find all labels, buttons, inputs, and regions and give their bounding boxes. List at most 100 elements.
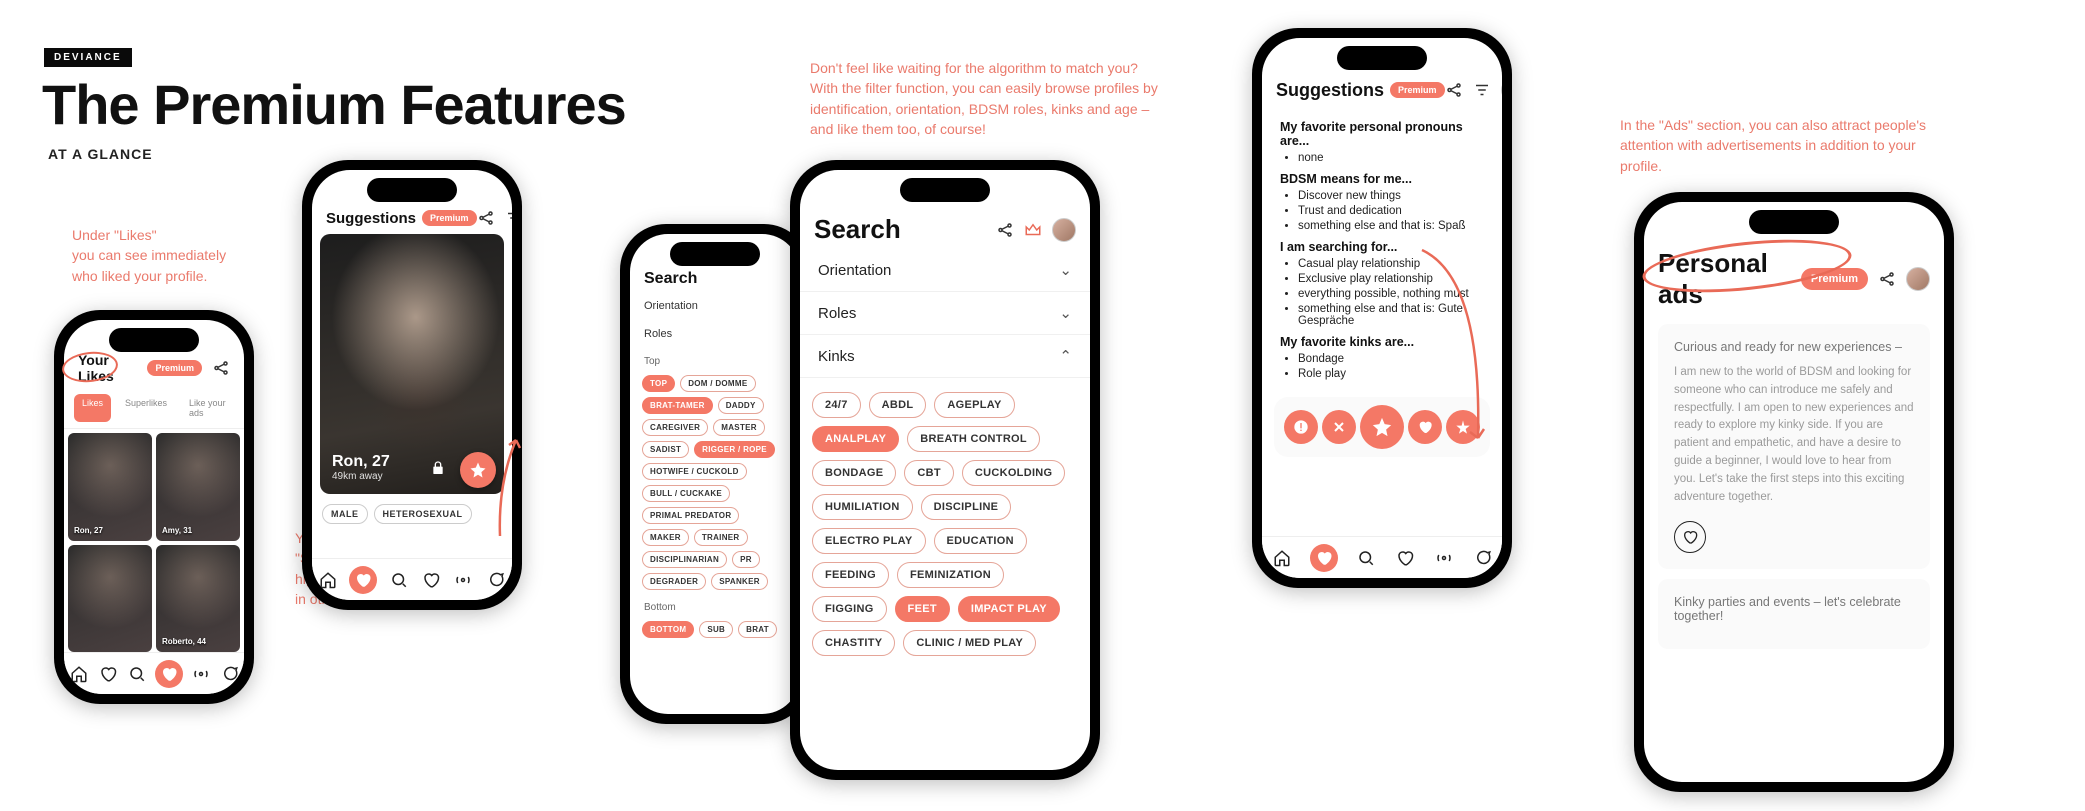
- filter-chip[interactable]: TOP: [642, 375, 675, 392]
- filter-chip[interactable]: AGEPLAY: [934, 392, 1014, 418]
- like-ad-button[interactable]: [1674, 521, 1706, 553]
- avatar[interactable]: [1501, 78, 1502, 102]
- filter-chip[interactable]: EDUCATION: [934, 528, 1027, 554]
- filter-section[interactable]: Roles: [630, 320, 800, 348]
- tab-superlikes[interactable]: Superlikes: [117, 394, 175, 422]
- filter-chip[interactable]: RIGGER / ROPE: [694, 441, 775, 458]
- filter-chip[interactable]: PRIMAL PREDATOR: [642, 507, 739, 524]
- filter-chip[interactable]: BRAT-TAMER: [642, 397, 713, 414]
- tab-like-ads[interactable]: Like your ads: [181, 394, 234, 422]
- like-button[interactable]: [1408, 410, 1442, 444]
- chat-icon[interactable]: [219, 663, 241, 685]
- filter-chip[interactable]: MAKER: [642, 529, 689, 546]
- superlike-button[interactable]: [460, 452, 496, 488]
- filter-chip[interactable]: CHASTITY: [812, 630, 895, 656]
- settings-icon[interactable]: [505, 209, 512, 227]
- radar-icon[interactable]: [452, 569, 474, 591]
- superlike-button[interactable]: [1360, 405, 1404, 449]
- pass-button[interactable]: [1322, 410, 1356, 444]
- premium-badge[interactable]: Premium: [147, 360, 202, 376]
- chat-icon[interactable]: [485, 569, 507, 591]
- likes-nav-icon[interactable]: [420, 569, 442, 591]
- share-icon[interactable]: [212, 359, 230, 377]
- chat-icon[interactable]: [1472, 547, 1494, 569]
- profile-thumb[interactable]: Ron, 27: [68, 433, 152, 541]
- likes-nav-icon[interactable]: [1394, 547, 1416, 569]
- filter-chip[interactable]: BONDAGE: [812, 460, 896, 486]
- filter-chip[interactable]: CAREGIVER: [642, 419, 708, 436]
- home-icon[interactable]: [317, 569, 339, 591]
- avatar[interactable]: [1906, 267, 1930, 291]
- filter-chip[interactable]: SPANKER: [711, 573, 768, 590]
- filter-chip[interactable]: DEGRADER: [642, 573, 706, 590]
- radar-icon[interactable]: [1433, 547, 1455, 569]
- filter-chip[interactable]: DADDY: [718, 397, 764, 414]
- radar-icon[interactable]: [190, 663, 212, 685]
- boost-button[interactable]: [1446, 410, 1480, 444]
- filter-chip[interactable]: SADIST: [642, 441, 689, 458]
- premium-badge[interactable]: Premium: [1801, 268, 1868, 290]
- settings-icon[interactable]: [1473, 81, 1491, 99]
- filter-chip[interactable]: BREATH CONTROL: [907, 426, 1040, 452]
- share-icon[interactable]: [996, 221, 1014, 239]
- bio-item: everything possible, nothing must: [1298, 288, 1484, 300]
- profile-card[interactable]: Ron, 27 49km away: [320, 234, 504, 494]
- filter-chip[interactable]: IMPACT PLAY: [958, 596, 1060, 622]
- ad-card[interactable]: Kinky parties and events – let's celebra…: [1658, 579, 1930, 649]
- filter-section[interactable]: Orientation: [630, 292, 800, 320]
- filter-chip[interactable]: ELECTRO PLAY: [812, 528, 926, 554]
- filter-chip[interactable]: HUMILIATION: [812, 494, 913, 520]
- ad-body: I am new to the world of BDSM and lookin…: [1674, 364, 1914, 507]
- filter-chip[interactable]: CUCKOLDING: [962, 460, 1066, 486]
- premium-badge[interactable]: Premium: [422, 210, 477, 226]
- filter-chip[interactable]: ABDL: [869, 392, 927, 418]
- filter-chip[interactable]: BRAT: [738, 621, 777, 638]
- filter-chip[interactable]: DISCIPLINE: [921, 494, 1012, 520]
- ad-lead: Curious and ready for new experiences –: [1674, 340, 1914, 354]
- filter-section-kinks[interactable]: Kinks ⌃: [800, 335, 1090, 378]
- ad-card[interactable]: Curious and ready for new experiences – …: [1658, 324, 1930, 569]
- filter-chip[interactable]: BULL / CUCKAKE: [642, 485, 730, 502]
- filter-chip[interactable]: FEEDING: [812, 562, 889, 588]
- heart-icon[interactable]: [97, 663, 119, 685]
- filter-chip[interactable]: PR: [732, 551, 760, 568]
- filter-chip[interactable]: DISCIPLINARIAN: [642, 551, 727, 568]
- filter-chip[interactable]: MASTER: [713, 419, 765, 436]
- premium-badge[interactable]: Premium: [1390, 82, 1445, 98]
- filter-chip[interactable]: 24/7: [812, 392, 861, 418]
- filter-section-roles[interactable]: Roles ⌄: [800, 292, 1090, 335]
- filter-chip[interactable]: TRAINER: [694, 529, 748, 546]
- profile-thumb[interactable]: Roberto, 44: [156, 545, 240, 653]
- search-icon[interactable]: [1355, 547, 1377, 569]
- avatar[interactable]: [1052, 218, 1076, 242]
- filter-chip[interactable]: DOM / DOMME: [680, 375, 755, 392]
- heart-nav-icon[interactable]: [349, 566, 377, 594]
- report-button[interactable]: [1284, 410, 1318, 444]
- filter-chip[interactable]: FEET: [895, 596, 950, 622]
- profile-thumb[interactable]: [68, 545, 152, 653]
- home-icon[interactable]: [68, 663, 90, 685]
- filter-chip[interactable]: SUB: [699, 621, 733, 638]
- search-icon[interactable]: [388, 569, 410, 591]
- crown-icon[interactable]: [1024, 221, 1042, 239]
- likes-nav-icon[interactable]: [155, 660, 183, 688]
- heart-nav-icon[interactable]: [1310, 544, 1338, 572]
- home-icon[interactable]: [1271, 547, 1293, 569]
- filter-chip[interactable]: HOTWIFE / CUCKOLD: [642, 463, 747, 480]
- share-icon[interactable]: [477, 209, 495, 227]
- share-icon[interactable]: [1445, 81, 1463, 99]
- filter-chip[interactable]: CBT: [904, 460, 954, 486]
- filter-chip[interactable]: FEMINIZATION: [897, 562, 1004, 588]
- filter-chip[interactable]: CLINIC / MED PLAY: [903, 630, 1036, 656]
- profile-thumb[interactable]: Amy, 31: [156, 433, 240, 541]
- star-icon: [469, 461, 487, 479]
- filter-chip[interactable]: BOTTOM: [642, 621, 694, 638]
- filter-section-orientation[interactable]: Orientation ⌄: [800, 249, 1090, 292]
- filter-chip[interactable]: ANALPLAY: [812, 426, 899, 452]
- filter-chip[interactable]: FIGGING: [812, 596, 887, 622]
- search-icon[interactable]: [126, 663, 148, 685]
- notch: [367, 178, 457, 202]
- share-icon[interactable]: [1878, 270, 1896, 288]
- notch: [1749, 210, 1839, 234]
- tab-likes[interactable]: Likes: [74, 394, 111, 422]
